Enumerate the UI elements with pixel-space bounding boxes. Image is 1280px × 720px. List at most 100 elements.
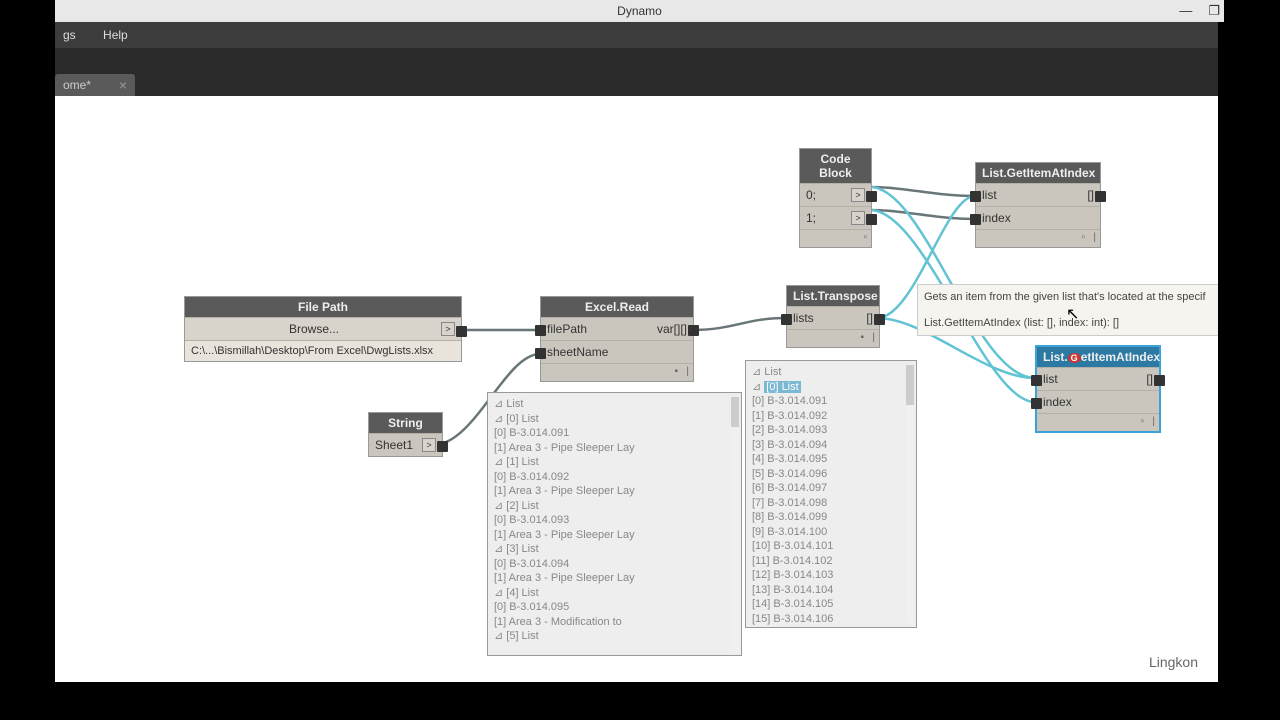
graph-canvas[interactable]: File Path Browse... > C:\...\Bismillah\D… xyxy=(55,96,1218,682)
menu-bar: gs Help xyxy=(55,22,1218,48)
list-item: [1] Area 3 - Modification to xyxy=(494,615,735,630)
list-item: [8] B-3.014.099 xyxy=(752,510,910,525)
list-item: [0] B-3.014.091 xyxy=(494,426,735,441)
app-title: Dynamo xyxy=(617,4,662,18)
port-label: list xyxy=(982,188,997,202)
list-item: ⊿ List xyxy=(494,397,735,412)
node-file-path[interactable]: File Path Browse... > C:\...\Bismillah\D… xyxy=(184,296,462,362)
output-label: [] xyxy=(1087,188,1094,202)
output-port-chevron[interactable]: > xyxy=(441,322,455,336)
menu-help[interactable]: Help xyxy=(103,28,128,42)
port-label: lists xyxy=(793,311,814,325)
output-port[interactable] xyxy=(456,326,467,337)
port-label: index xyxy=(982,211,1011,225)
output-port[interactable] xyxy=(688,325,699,336)
output-port[interactable] xyxy=(437,441,448,452)
workspace-tab[interactable]: ome* × xyxy=(55,74,135,96)
list-item[interactable]: ⊿ [0] List xyxy=(752,380,910,395)
scrollbar[interactable] xyxy=(906,365,914,623)
node-get-item-at-index-2[interactable]: List.GetItemAtIndex list [] index ▫ | xyxy=(1035,345,1161,433)
list-item: [2] B-3.014.093 xyxy=(752,423,910,438)
node-title: Excel.Read xyxy=(541,297,693,317)
list-item: [1] Area 3 - Pipe Sleeper Lay xyxy=(494,571,735,586)
transpose-preview[interactable]: ⊿ List ⊿ [0] List [0] B-3.014.091 [1] B-… xyxy=(745,360,917,628)
input-port-list[interactable] xyxy=(970,191,981,202)
list-item: [4] B-3.014.095 xyxy=(752,452,910,467)
port-label: filePath xyxy=(547,322,587,336)
scrollbar[interactable] xyxy=(731,397,739,651)
maximize-button[interactable]: ❐ xyxy=(1208,0,1220,22)
list-item: [11] B-3.014.102 xyxy=(752,554,910,569)
excel-read-preview[interactable]: ⊿ List ⊿ [0] List [0] B-3.014.091 [1] Ar… xyxy=(487,392,742,656)
tab-bar: ome* × xyxy=(55,48,1218,96)
node-string[interactable]: String Sheet1 > xyxy=(368,412,443,457)
node-footer: ▪ | xyxy=(787,329,879,347)
list-item: [9] B-3.014.100 xyxy=(752,525,910,540)
output-port[interactable] xyxy=(1095,191,1106,202)
list-item: [13] B-3.014.104 xyxy=(752,583,910,598)
watermark: Lingkon xyxy=(1149,654,1198,670)
input-port-filepath[interactable] xyxy=(535,325,546,336)
list-item: [5] B-3.014.096 xyxy=(752,467,910,482)
node-title: List.GetItemAtIndex xyxy=(1037,347,1159,367)
menu-settings-fragment[interactable]: gs xyxy=(63,28,76,42)
minimize-button[interactable]: — xyxy=(1179,0,1192,22)
list-item: ⊿ [5] List xyxy=(494,629,735,644)
list-item: [1] B-3.014.092 xyxy=(752,409,910,424)
output-port-chevron[interactable]: > xyxy=(422,438,436,452)
node-title: String xyxy=(369,413,442,433)
list-item: ⊿ [4] List xyxy=(494,586,735,601)
list-item: ⊿ [0] List xyxy=(494,412,735,427)
node-footer: ▫ | xyxy=(976,229,1100,247)
node-code-block[interactable]: Code Block 0; > 1; > ▫ xyxy=(799,148,872,248)
output-label: [] xyxy=(866,311,873,325)
list-item: [0] B-3.014.095 xyxy=(494,600,735,615)
list-item: [0] B-3.014.094 xyxy=(494,557,735,572)
close-icon[interactable]: × xyxy=(119,77,127,93)
input-port-lists[interactable] xyxy=(781,314,792,325)
output-port-0[interactable] xyxy=(866,191,877,202)
list-item: ⊿ [1] List xyxy=(494,455,735,470)
list-item: [1] Area 3 - Pipe Sleeper Lay xyxy=(494,441,735,456)
tooltip-description: Gets an item from the given list that's … xyxy=(924,289,1212,305)
list-item: [15] B-3.014.106 xyxy=(752,612,910,627)
title-bar: Dynamo — ❐ xyxy=(55,0,1224,22)
list-item: [10] B-3.014.101 xyxy=(752,539,910,554)
output-port-1[interactable] xyxy=(866,214,877,225)
code-line-1[interactable]: 1; xyxy=(806,211,816,225)
list-item: ⊿ [3] List xyxy=(494,542,735,557)
input-port-index[interactable] xyxy=(970,214,981,225)
node-title: Code Block xyxy=(800,149,871,183)
browse-button[interactable]: Browse... xyxy=(191,322,437,336)
list-item: [7] B-3.014.098 xyxy=(752,496,910,511)
output-port-chevron[interactable]: > xyxy=(851,211,865,225)
node-tooltip: Gets an item from the given list that's … xyxy=(917,284,1218,336)
list-item: [0] B-3.014.092 xyxy=(494,470,735,485)
list-item: ⊿ List xyxy=(752,365,910,380)
output-port[interactable] xyxy=(874,314,885,325)
node-list-transpose[interactable]: List.Transpose lists [] ▪ | xyxy=(786,285,880,348)
node-footer: ▫ xyxy=(800,229,871,247)
list-item: [12] B-3.014.103 xyxy=(752,568,910,583)
input-port-list[interactable] xyxy=(1031,375,1042,386)
input-port-index[interactable] xyxy=(1031,398,1042,409)
list-item: [14] B-3.014.105 xyxy=(752,597,910,612)
port-label: index xyxy=(1043,395,1072,409)
input-port-sheetname[interactable] xyxy=(535,348,546,359)
list-item: [6] B-3.014.097 xyxy=(752,481,910,496)
string-value[interactable]: Sheet1 xyxy=(375,438,413,452)
node-excel-read[interactable]: Excel.Read filePath var[][] sheetName ▪ … xyxy=(540,296,694,382)
output-label: [] xyxy=(1146,372,1153,386)
output-port[interactable] xyxy=(1154,375,1165,386)
node-footer: ▪ | xyxy=(541,363,693,381)
list-item: ⊿ [2] List xyxy=(494,499,735,514)
tooltip-signature: List.GetItemAtIndex (list: [], index: in… xyxy=(924,315,1212,331)
file-path-value: C:\...\Bismillah\Desktop\From Excel\DwgL… xyxy=(191,345,433,357)
list-item: [0] B-3.014.091 xyxy=(752,394,910,409)
code-line-0[interactable]: 0; xyxy=(806,188,816,202)
node-get-item-at-index-1[interactable]: List.GetItemAtIndex list [] index ▫ | xyxy=(975,162,1101,248)
output-label: var[][] xyxy=(657,322,687,336)
output-port-chevron[interactable]: > xyxy=(851,188,865,202)
node-footer: ▫ | xyxy=(1037,413,1159,431)
port-label: sheetName xyxy=(547,345,608,359)
